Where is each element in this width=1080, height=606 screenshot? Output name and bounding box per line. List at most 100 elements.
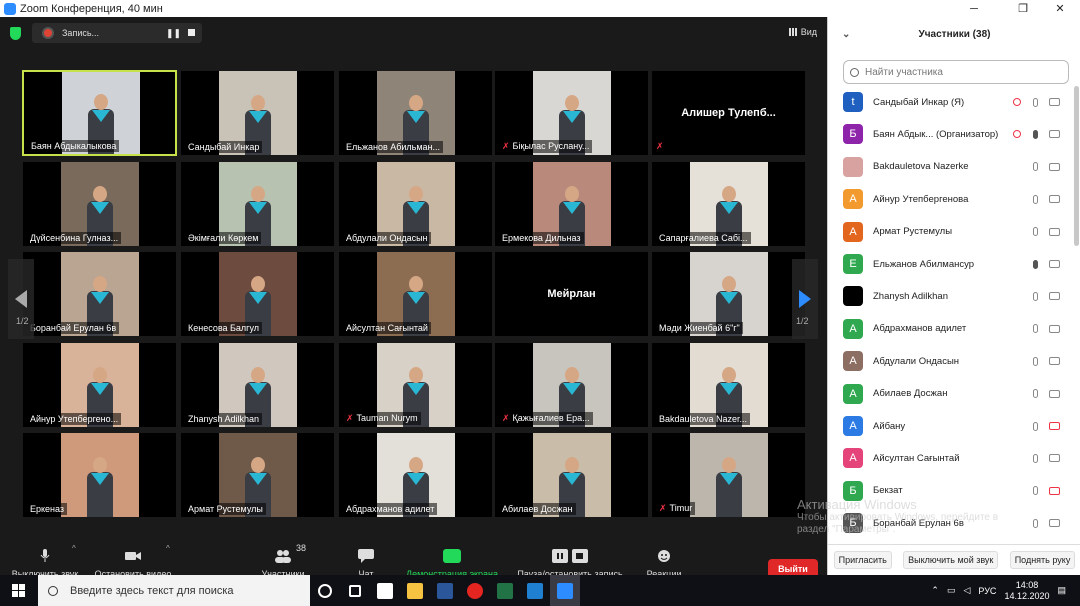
participant-row[interactable]: А Айсултан Сағынтай — [828, 442, 1073, 474]
zoom-taskbar-app[interactable] — [550, 575, 580, 606]
invite-button[interactable]: Пригласить — [833, 551, 892, 569]
maximize-button[interactable]: ❐ — [1006, 0, 1040, 17]
next-page-button[interactable] — [792, 259, 818, 339]
video-options-caret-icon[interactable]: ^ — [166, 544, 170, 553]
participant-row[interactable]: Bakdauletova Nazerke — [828, 151, 1073, 183]
participant-name: Zhanysh Adilkhan — [873, 290, 948, 302]
video-tile[interactable]: ✗ Tauman Nurym — [338, 342, 493, 428]
participant-row[interactable]: t Сандыбай Инкар (Я) — [828, 86, 1073, 118]
video-tile[interactable]: ✗ Қажығалиев Ера... — [494, 342, 649, 428]
taskbar-search-icon — [48, 585, 58, 596]
participant-row[interactable]: А Айбану — [828, 410, 1073, 442]
raise-hand-button[interactable]: Поднять руку — [1009, 551, 1076, 569]
muted-mic-icon: ✗ — [502, 141, 510, 151]
minimize-button[interactable]: ─ — [957, 0, 991, 17]
participants-count: 38 — [296, 543, 307, 553]
video-tile[interactable]: ✗ Бiқылас Руслану... — [494, 70, 649, 156]
volume-icon[interactable]: ◁ — [963, 585, 970, 596]
page-indicator-left: 1/2 — [16, 316, 29, 326]
media-player-app[interactable] — [520, 575, 550, 606]
meeting-area: Запись... ❚❚ Вид Баян Абдыкалыкова Сандыб… — [0, 17, 827, 592]
muted-mic-icon: ✗ — [346, 413, 354, 423]
participants-panel-footer: Пригласить Выключить мой звук Поднять ру… — [828, 544, 1080, 575]
close-window-button[interactable]: ✕ — [1043, 0, 1077, 17]
participant-list-scrollbar[interactable] — [1074, 86, 1079, 246]
system-clock[interactable]: 14:08 14.12.2020 — [1004, 580, 1049, 602]
smiley-icon — [658, 549, 670, 562]
video-tile[interactable]: Ельжанов Абильман... — [338, 70, 493, 156]
video-tile[interactable]: Абдулали Ондасын — [338, 161, 493, 247]
video-tile[interactable]: Мәди Жиенбай 6"г" — [651, 251, 806, 337]
recording-status-icon — [1013, 98, 1021, 106]
notifications-icon[interactable]: ▤ — [1057, 585, 1066, 596]
participant-row[interactable]: А Айнур Утепбергенова — [828, 183, 1073, 215]
muted-mic-icon: ✗ — [502, 413, 510, 423]
video-tile[interactable]: Zhanysh Adilkhan — [180, 342, 335, 428]
participant-row[interactable]: А Армат Рустемулы — [828, 216, 1073, 248]
mic-status-icon — [1033, 227, 1038, 237]
video-tile[interactable]: Абилаев Досжан — [494, 432, 649, 518]
participant-row[interactable]: Zhanysh Adilkhan — [828, 280, 1073, 312]
participant-row[interactable]: А Абдулали Ондасын — [828, 345, 1073, 377]
video-tile[interactable]: Баян Абдыкалыкова — [22, 70, 177, 156]
participant-search-input[interactable]: Найти участника — [843, 60, 1069, 84]
video-tile[interactable]: Абдрахманов адилет — [338, 432, 493, 518]
start-button[interactable] — [0, 575, 38, 606]
camera-status-icon — [1049, 260, 1060, 268]
task-view-button[interactable] — [340, 575, 370, 606]
prev-page-button[interactable] — [8, 259, 34, 339]
network-icon[interactable]: ▭ — [947, 585, 956, 596]
taskbar-search-input[interactable]: Введите здесь текст для поиска — [38, 575, 310, 606]
video-tile[interactable]: Ермекова Дильназ — [494, 161, 649, 247]
recording-indicator: Запись... ❚❚ — [32, 23, 202, 43]
file-explorer-app[interactable] — [400, 575, 430, 606]
video-tile[interactable]: Сапарғалиева Сабі... — [651, 161, 806, 247]
video-tile[interactable]: ✗ Timur — [651, 432, 806, 518]
view-button[interactable]: Вид — [788, 27, 817, 37]
cortana-button[interactable] — [310, 575, 340, 606]
participant-row[interactable]: А Абилаев Досжан — [828, 378, 1073, 410]
language-indicator[interactable]: РУС — [978, 586, 996, 596]
excel-app[interactable] — [490, 575, 520, 606]
store-app[interactable] — [370, 575, 400, 606]
participant-row[interactable]: Б Баян Абдык... (Организатор) — [828, 118, 1073, 150]
video-tile[interactable]: Сандыбай Инкар — [180, 70, 335, 156]
tile-name-label: ✗ Tauman Nurym — [343, 412, 421, 425]
tile-name-text: Ельжанов Абильман... — [346, 142, 441, 152]
participant-row[interactable]: Е Ельжанов Абилмансур — [828, 248, 1073, 280]
video-tile[interactable]: Кенесова Балгул — [180, 251, 335, 337]
avatar: А — [843, 448, 863, 469]
video-tile[interactable]: Айнур Утепбергено... — [22, 342, 177, 428]
arrow-left-icon — [15, 290, 27, 308]
tile-name-text: Бiқылас Руслану... — [512, 141, 590, 151]
tray-overflow-icon[interactable]: ⌃ — [931, 585, 939, 596]
participant-name: Абдулали Ондасын — [873, 355, 960, 367]
window-titlebar: Zoom Конференция, 40 мин ─ ❐ ✕ — [0, 0, 1080, 17]
camera-status-icon — [1049, 292, 1060, 301]
video-tile[interactable]: Боранбай Ерулан 6в — [22, 251, 177, 337]
page-indicator-right: 1/2 — [796, 316, 809, 326]
video-tile[interactable]: Армат Рустемулы — [180, 432, 335, 518]
video-tile[interactable]: Дүйсенбина Гулназ... — [22, 161, 177, 247]
participant-name: Бекзат — [873, 485, 903, 497]
collapse-chevron-icon[interactable]: ⌄ — [842, 29, 850, 40]
avatar: А — [843, 416, 863, 436]
video-tile[interactable]: Әкімғали Көркем — [180, 161, 335, 247]
mute-me-button[interactable]: Выключить мой звук — [903, 551, 999, 569]
video-tile[interactable]: Bakdauletova Nazer... — [651, 342, 806, 428]
stop-recording-button[interactable] — [188, 29, 195, 36]
camera-status-icon — [1049, 227, 1060, 236]
video-tile[interactable]: Алишер Тулепб... ✗ — [651, 70, 806, 156]
yandex-browser-app[interactable] — [460, 575, 490, 606]
audio-options-caret-icon[interactable]: ^ — [72, 544, 76, 553]
video-tile[interactable]: Мейрлан — [494, 251, 649, 337]
security-shield-icon[interactable] — [10, 27, 21, 40]
video-tile[interactable]: Еркеназ — [22, 432, 177, 518]
word-app[interactable] — [430, 575, 460, 606]
tile-name-text: Zhanysh Adilkhan — [188, 414, 260, 424]
video-tile[interactable]: Айсултан Сағынтай — [338, 251, 493, 337]
pause-recording-button[interactable]: ❚❚ — [166, 28, 181, 39]
participant-row[interactable]: А Абдрахманов адилет — [828, 313, 1073, 345]
tile-name-text: Сапарғалиева Сабі... — [659, 233, 748, 243]
tile-name-label: Әкімғали Көркем — [185, 232, 262, 244]
